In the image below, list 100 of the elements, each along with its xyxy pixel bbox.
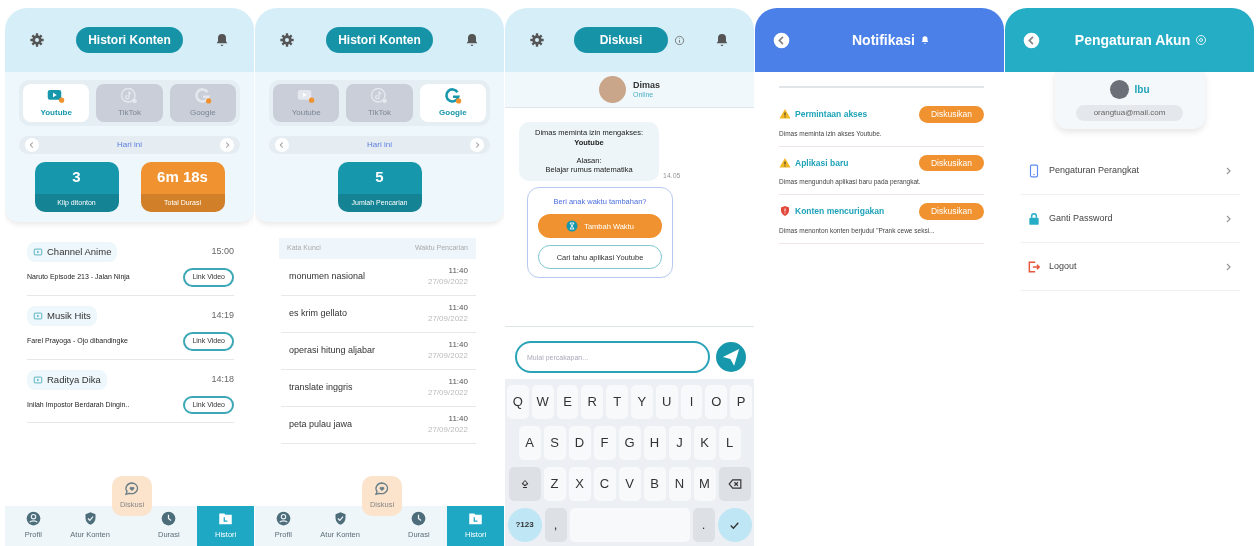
channel-name: Raditya Dika [47, 372, 101, 387]
menu-label: Logout [1049, 259, 1077, 273]
keyboard-key[interactable]: H [643, 426, 666, 460]
bell-icon[interactable] [464, 32, 480, 48]
keyboard-key[interactable]: F [593, 426, 616, 460]
keyboard-key[interactable]: V [618, 467, 641, 501]
keyboard-key[interactable]: J [668, 426, 691, 460]
g-letter-icon [443, 87, 462, 105]
phone-icon [1027, 163, 1041, 178]
search-time: 11:40 [448, 303, 468, 314]
lock-icon [1027, 211, 1041, 226]
video-icon [33, 310, 43, 321]
video-time: 14:18 [211, 372, 234, 386]
channel-name: Channel Anime [47, 245, 112, 259]
keyboard-key[interactable]: , [544, 508, 567, 542]
search-keyword: monumen nasional [289, 269, 366, 283]
back-button[interactable] [1023, 31, 1040, 49]
profile-name: Ibu [1134, 83, 1150, 97]
avatar-placeholder [599, 76, 626, 103]
keyboard-key[interactable]: O [705, 385, 728, 419]
keyboard-key[interactable]: B [643, 467, 666, 501]
keyboard-key[interactable]: U [655, 385, 678, 419]
keyboard-key[interactable]: . [692, 508, 715, 542]
stat-value: 3 [71, 167, 82, 187]
search-keyword: translate inggris [289, 380, 353, 394]
keyboard-key[interactable]: N [668, 467, 691, 501]
video-time: 14:19 [211, 309, 234, 323]
contact-name: Dimas [633, 80, 660, 91]
video-time: 15:00 [211, 245, 234, 259]
chat-heart-icon [124, 481, 140, 498]
play-icon [297, 87, 316, 105]
video-icon [33, 247, 43, 258]
keyboard-key[interactable]: R [581, 385, 604, 419]
screen-title: Notifikasi [852, 30, 915, 50]
notification-title: Permintaan akses [795, 108, 868, 121]
date-label: Hari ini [117, 139, 142, 151]
shield-alert-icon [779, 205, 791, 218]
play-icon [47, 87, 66, 105]
platform-tab[interactable]: Google [419, 84, 486, 122]
bell-icon [920, 35, 930, 45]
search-time: 11:40 [448, 266, 468, 277]
keyboard-key[interactable]: A [518, 426, 541, 460]
search-date: 27/09/2022 [427, 350, 468, 361]
keyboard-key[interactable]: T [606, 385, 628, 419]
keyboard-key[interactable]: I [680, 385, 703, 419]
send-button[interactable] [716, 342, 746, 372]
profile-email: orangtua@mail.com [1075, 105, 1184, 121]
keyboard-key[interactable]: D [568, 426, 591, 460]
platform-tab[interactable]: Youtube [23, 84, 90, 122]
hourglass-icon [566, 220, 579, 233]
settings-icon[interactable] [279, 32, 295, 48]
symbols-key[interactable]: ?123 [507, 508, 542, 542]
music-note-icon [120, 87, 139, 105]
previous-button[interactable] [25, 138, 39, 152]
previous-button[interactable] [275, 138, 289, 152]
info-icon[interactable] [674, 34, 686, 46]
back-button[interactable] [773, 31, 790, 49]
keyboard-key[interactable]: C [593, 467, 616, 501]
search-keyword: operasi hitung aljabar [289, 343, 376, 357]
settings-icon [1195, 34, 1208, 46]
keyboard-key[interactable]: Y [631, 385, 653, 419]
g-letter-icon [193, 87, 212, 105]
keyboard-key[interactable]: G [618, 426, 641, 460]
shift-icon [518, 478, 531, 490]
backspace-icon [727, 477, 742, 491]
search-date: 27/09/2022 [427, 313, 468, 324]
person-icon [25, 511, 41, 527]
notification-title: Konten mencurigakan [795, 205, 885, 218]
shift-key[interactable] [508, 467, 541, 501]
chevron-left-icon [773, 31, 790, 49]
settings-icon[interactable] [29, 32, 45, 48]
warning-icon [779, 108, 791, 121]
search-time: 11:40 [448, 414, 468, 425]
settings-icon[interactable] [529, 32, 545, 48]
warning-icon [779, 156, 791, 169]
bell-icon[interactable] [714, 32, 730, 48]
search-time: 11:40 [448, 340, 468, 351]
menu-label: Pengaturan Perangkat [1049, 163, 1140, 177]
keyboard-key[interactable]: W [531, 385, 554, 419]
music-note-icon [370, 87, 389, 105]
avatar-placeholder [1109, 80, 1129, 99]
video-icon [33, 374, 43, 385]
keyboard-key[interactable]: M [693, 467, 716, 501]
screen-title: Diskusi [573, 27, 669, 53]
chat-heart-icon [374, 481, 390, 498]
keyboard-key[interactable]: P [730, 385, 752, 419]
keyboard-key[interactable]: X [568, 467, 591, 501]
search-date: 27/09/2022 [427, 424, 468, 435]
keyboard-key[interactable]: L [718, 426, 741, 460]
menu-label: Ganti Password [1049, 211, 1113, 225]
keyboard-key[interactable]: Q [507, 385, 529, 419]
stat-value: 5 [374, 167, 385, 187]
keyboard-key[interactable]: S [543, 426, 566, 460]
bell-icon[interactable] [214, 32, 230, 48]
search-keyword: es krim gellato [289, 306, 348, 320]
keyboard-key[interactable]: K [693, 426, 716, 460]
backspace-key[interactable] [718, 467, 751, 501]
search-time: 11:40 [448, 377, 468, 388]
keyboard-key[interactable]: Z [543, 467, 566, 501]
keyboard-key[interactable]: E [556, 385, 579, 419]
